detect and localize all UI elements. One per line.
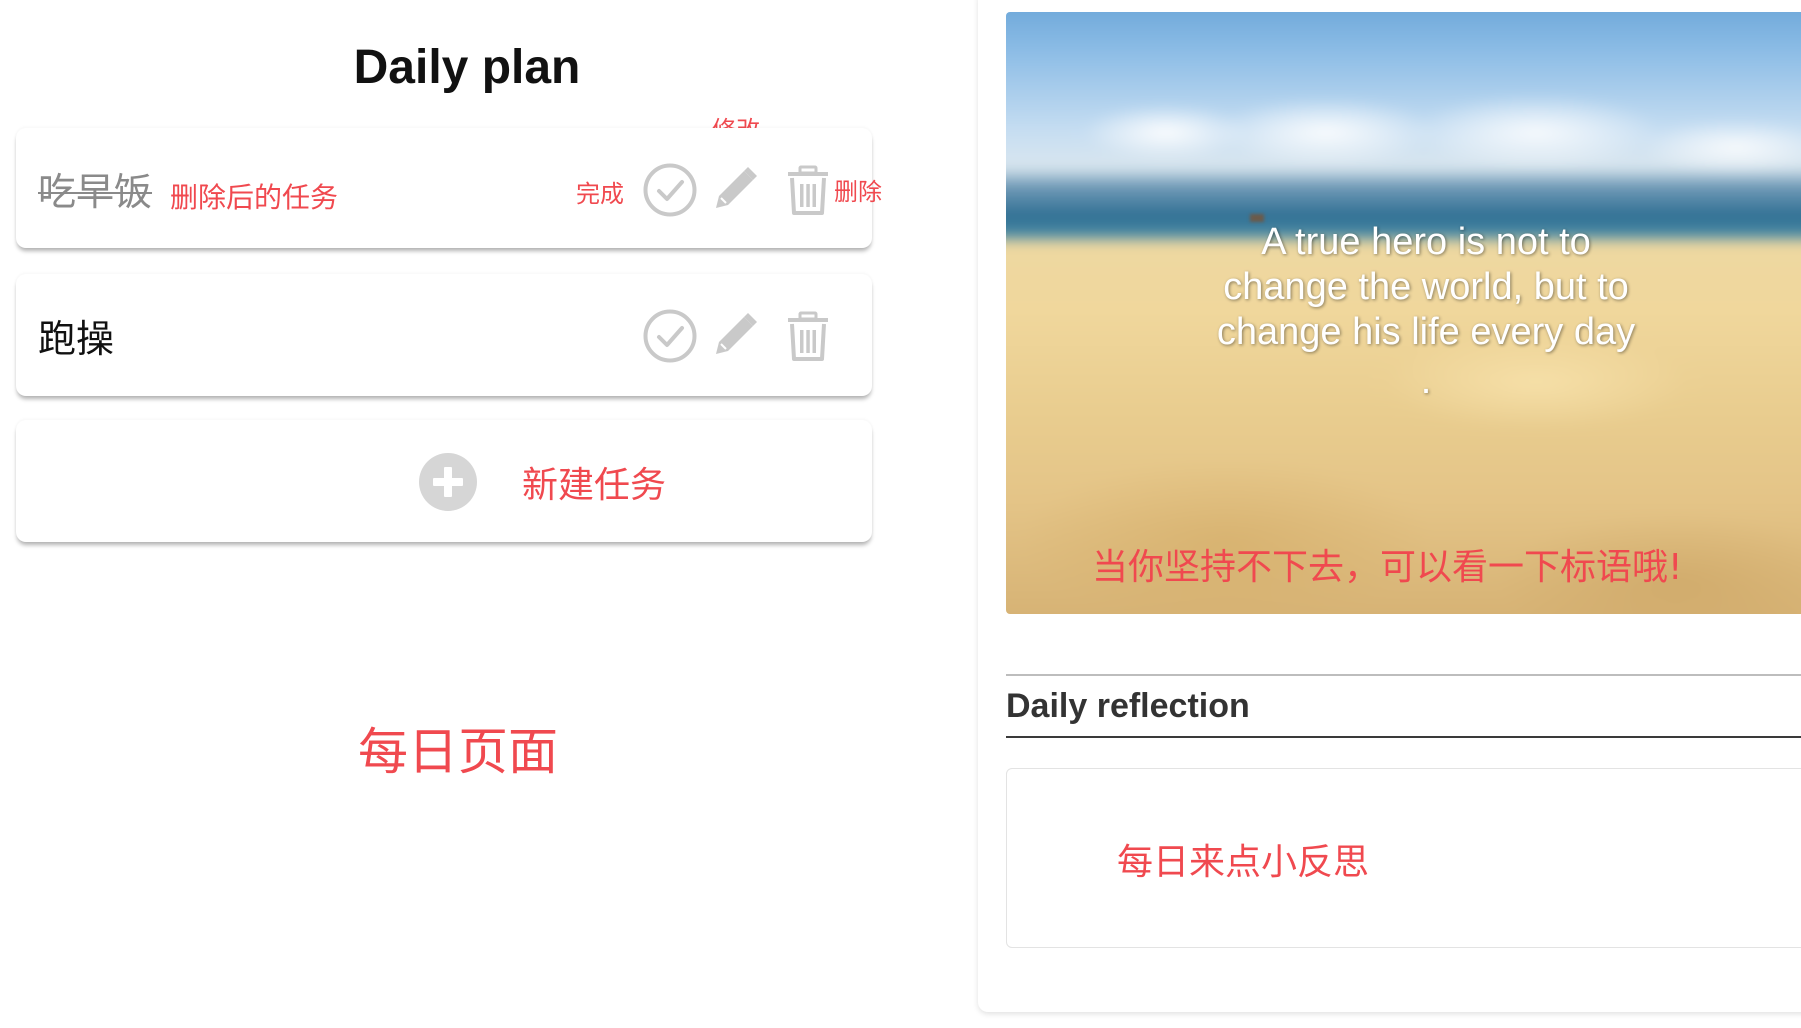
complete-button[interactable] <box>642 162 698 218</box>
add-task-card[interactable]: 新建任务 <box>16 420 872 542</box>
reflection-heading: Daily reflection <box>1006 674 1801 738</box>
delete-button[interactable] <box>780 308 836 364</box>
trash-icon <box>788 165 828 215</box>
edit-button[interactable] <box>706 308 762 364</box>
complete-annotation: 完成 <box>576 180 624 208</box>
trash-icon <box>788 311 828 361</box>
pencil-icon <box>716 313 757 354</box>
pencil-icon <box>716 167 757 208</box>
reflection-annotation: 每日来点小反思 <box>1117 842 1370 883</box>
reflection-textarea[interactable]: 每日来点小反思 <box>1006 768 1801 948</box>
check-circle-icon <box>643 309 697 363</box>
slogan-tail: . <box>1420 360 1432 402</box>
page-title: Daily plan <box>353 41 581 94</box>
slogan-banner: A true hero is not to change the world, … <box>1006 12 1801 614</box>
edit-button[interactable] <box>706 162 762 218</box>
slogan-text: A true hero is not to change the world, … <box>1216 221 1636 353</box>
delete-button[interactable] <box>780 162 836 218</box>
add-task-button[interactable] <box>418 452 478 512</box>
slogan-annotation: 当你坚持不下去，可以看一下标语哦! <box>1092 547 1683 588</box>
task-card: 吃早饭 删除后的任务 完成 删除 <box>16 128 882 248</box>
complete-button[interactable] <box>642 308 698 364</box>
delete-annotation: 删除 <box>834 178 882 206</box>
daily-page-annotation: 每日页面 <box>358 723 558 781</box>
check-circle-icon <box>643 163 697 217</box>
slogan-quote: A true hero is not to change the world, … <box>1206 220 1646 404</box>
plus-circle-icon <box>419 453 477 511</box>
task-card: 跑操 <box>16 274 872 396</box>
task-name: 跑操 <box>38 316 115 361</box>
add-task-label: 新建任务 <box>522 465 667 506</box>
task-name: 吃早饭 <box>38 169 153 214</box>
deleted-task-annotation: 删除后的任务 <box>170 181 339 214</box>
